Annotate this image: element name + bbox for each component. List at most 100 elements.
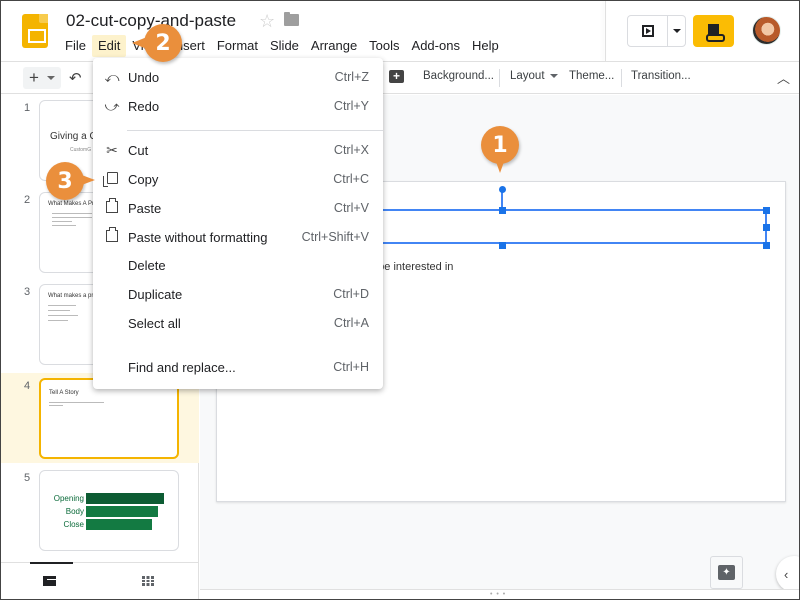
grid-view-icon[interactable] xyxy=(142,576,154,586)
menu-item-shortcut: Ctrl+D xyxy=(333,287,369,301)
menu-tools[interactable]: Tools xyxy=(363,35,405,57)
thumb-body-text xyxy=(49,402,104,410)
menu-item-cut[interactable]: ✂ Cut Ctrl+X xyxy=(93,136,383,164)
folder-icon[interactable] xyxy=(284,12,299,26)
menu-item-shortcut: Ctrl+H xyxy=(333,360,369,374)
menu-format[interactable]: Format xyxy=(211,35,264,57)
menu-item-shortcut: Ctrl+X xyxy=(333,143,369,157)
side-panel-toggle[interactable]: ‹ xyxy=(776,556,799,592)
slide-number: 3 xyxy=(24,286,31,298)
thumb-title: What Makes A Pre xyxy=(48,201,98,207)
thumb-title: Giving a G xyxy=(50,131,98,142)
menu-item-shortcut: Ctrl+A xyxy=(333,316,369,330)
filmstrip-view-icon[interactable] xyxy=(43,576,56,586)
slide-preview[interactable]: Tell A Story xyxy=(39,378,179,459)
collapse-toolbar-icon[interactable]: ︿ xyxy=(777,68,790,87)
thumb-subtitle: CustomG xyxy=(70,147,92,153)
toolbar-divider xyxy=(499,69,500,87)
menu-item-undo[interactable]: ⤺ Undo Ctrl+Z xyxy=(93,63,383,91)
speaker-notes-divider[interactable]: • • • xyxy=(200,589,799,599)
new-slide-button[interactable]: + xyxy=(23,67,61,89)
menu-file[interactable]: File xyxy=(59,35,92,57)
star-icon[interactable]: ☆ xyxy=(259,11,275,32)
header: 02-cut-copy-and-paste ☆ File Edit View I… xyxy=(1,1,799,61)
active-view-indicator xyxy=(30,562,73,564)
menu-item-label: Duplicate xyxy=(128,286,183,302)
bar-opening xyxy=(86,493,164,504)
menu-item-label: Find and replace... xyxy=(128,359,236,375)
explore-icon: ✦ xyxy=(718,565,735,580)
menu-item-shortcut: Ctrl+Y xyxy=(333,99,369,113)
menu-edit[interactable]: Edit xyxy=(91,35,127,57)
menu-divider xyxy=(127,130,383,131)
menu-item-delete[interactable]: Delete xyxy=(93,251,383,279)
menu-item-label: Cut xyxy=(128,142,149,158)
slides-logo-icon[interactable] xyxy=(22,14,48,48)
share-button[interactable] xyxy=(693,15,734,47)
slide-thumbnail-5[interactable]: 5 Opening Body Close xyxy=(1,465,199,555)
slide-preview[interactable]: Opening Body Close xyxy=(39,470,179,551)
edit-menu: ⤺ Undo Ctrl+Z ⤻ Redo Ctrl+Y ✂ Cut Ctrl+X… xyxy=(93,58,383,389)
chevron-left-icon: ‹ xyxy=(784,566,789,582)
drag-handle-icon[interactable]: • • • xyxy=(490,591,506,598)
step-callout-2: 2 xyxy=(132,24,182,62)
undo-icon: ⤺ xyxy=(104,68,120,85)
add-comment-icon[interactable]: + xyxy=(389,70,404,83)
paste-plain-icon xyxy=(103,227,121,245)
scissors-icon: ✂ xyxy=(106,141,118,158)
menu-item-shortcut: Ctrl+Z xyxy=(334,70,369,84)
slide-number: 2 xyxy=(24,194,31,206)
plus-icon: + xyxy=(29,68,39,87)
menu-item-label: Copy xyxy=(128,171,159,187)
chevron-down-icon[interactable] xyxy=(46,76,55,80)
menu-item-redo[interactable]: ⤻ Redo Ctrl+Y xyxy=(93,92,383,120)
menu-item-label: Select all xyxy=(128,315,181,331)
header-divider xyxy=(605,1,606,61)
redo-icon: ⤻ xyxy=(104,97,120,114)
menu-arrange[interactable]: Arrange xyxy=(305,35,363,57)
thumb-bullets xyxy=(52,213,92,230)
callout-pointer xyxy=(79,174,95,186)
background-button[interactable]: Background... xyxy=(423,70,494,82)
resize-handle-top[interactable] xyxy=(499,207,506,214)
callout-pointer xyxy=(495,159,505,173)
layout-button[interactable]: Layout xyxy=(510,70,558,82)
bar-body xyxy=(86,506,158,517)
resize-handle-right[interactable] xyxy=(763,224,770,231)
menu-item-find-and-replace[interactable]: Find and replace... Ctrl+H xyxy=(93,353,383,381)
slide-number: 1 xyxy=(24,102,31,114)
avatar[interactable] xyxy=(752,16,781,45)
present-dropdown-button[interactable] xyxy=(668,16,685,46)
menu-item-paste[interactable]: Paste Ctrl+V xyxy=(93,194,383,222)
menu-item-select-all[interactable]: Select all Ctrl+A xyxy=(93,309,383,337)
bar-close xyxy=(86,519,152,530)
callout-number: 1 xyxy=(492,132,508,158)
menu-slide[interactable]: Slide xyxy=(264,35,305,57)
menu-item-shortcut: Ctrl+Shift+V xyxy=(301,230,369,244)
thumb-title: What makes a pres xyxy=(48,293,100,299)
menu-add-ons[interactable]: Add-ons xyxy=(406,35,466,57)
bar-label: Opening xyxy=(53,494,84,503)
chevron-down-icon xyxy=(549,73,558,78)
menu-item-shortcut: Ctrl+C xyxy=(333,172,369,186)
menu-item-copy[interactable]: Copy Ctrl+C xyxy=(93,165,383,193)
slide-number: 5 xyxy=(24,472,31,484)
menu-item-duplicate[interactable]: Duplicate Ctrl+D xyxy=(93,280,383,308)
play-icon xyxy=(641,25,654,37)
slide-number: 4 xyxy=(24,380,31,392)
resize-handle-bottom[interactable] xyxy=(499,242,506,249)
resize-handle-top-right[interactable] xyxy=(763,207,770,214)
undo-button[interactable]: ↶ xyxy=(69,69,82,87)
menu-help[interactable]: Help xyxy=(466,35,505,57)
transition-button[interactable]: Transition... xyxy=(631,70,691,82)
rotation-handle[interactable] xyxy=(499,186,506,193)
menu-item-paste-without-formatting[interactable]: Paste without formatting Ctrl+Shift+V xyxy=(93,223,383,251)
menu-bar: File Edit View Insert Format Slide Arran… xyxy=(59,35,505,57)
menu-item-label: Delete xyxy=(128,257,166,273)
resize-handle-bottom-right[interactable] xyxy=(763,242,770,249)
google-slides-window: 02-cut-copy-and-paste ☆ File Edit View I… xyxy=(0,0,800,600)
explore-button[interactable]: ✦ xyxy=(710,556,743,589)
theme-button[interactable]: Theme... xyxy=(569,70,614,82)
present-button[interactable] xyxy=(628,16,668,46)
step-callout-3: 3 xyxy=(46,162,95,200)
